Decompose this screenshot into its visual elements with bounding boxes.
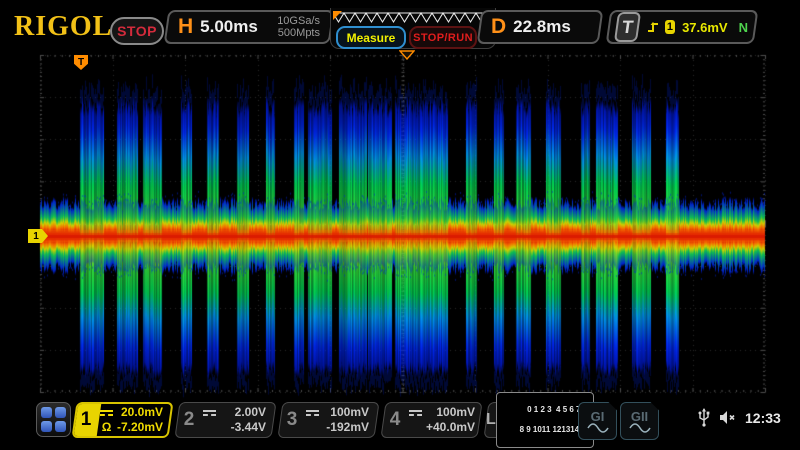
delay-block[interactable]: D 22.8ms — [479, 10, 601, 44]
channel-2-offset: -3.44V — [231, 420, 266, 435]
memory-position-strip[interactable] — [333, 11, 491, 24]
channel-2-block[interactable]: 2 2.00V -3.44V — [177, 402, 274, 438]
sine-wave-icon — [587, 423, 609, 433]
logic-bits-row1: 0 1 2 3 4 5 6 7 — [527, 405, 580, 414]
horizontal-block[interactable]: H 5.00ms 10GSa/s 500Mpts — [166, 10, 332, 44]
menu-button[interactable] — [36, 402, 71, 437]
channel-3-scale: 100mV — [330, 405, 369, 420]
clock: 12:33 — [745, 410, 781, 426]
trigger-source-badge: 1 — [665, 20, 675, 34]
rising-edge-icon — [646, 20, 658, 34]
rigol-logo: RIGOL — [14, 11, 112, 43]
oscilloscope-screen: RIGOL STOP H 5.00ms 10GSa/s 500Mpts Meas… — [0, 0, 800, 450]
waveform-display — [0, 0, 800, 450]
trigger-time-marker[interactable] — [399, 50, 415, 60]
trigger-block[interactable]: T 1 37.6mV N — [608, 10, 756, 44]
speaker-mute-icon[interactable] — [718, 409, 737, 426]
dc-coupling-icon — [409, 410, 422, 416]
sample-rate: 10GSa/s — [277, 15, 320, 27]
channel-2-scale: 2.00V — [235, 405, 266, 420]
delay-value: 22.8ms — [513, 17, 571, 37]
channel-1-offset: -7.20mV — [117, 420, 163, 435]
trigger-level-value: 37.6mV — [682, 20, 728, 35]
usb-icon — [698, 408, 710, 427]
dc-coupling-icon — [203, 410, 216, 416]
horizontal-label: H — [178, 15, 193, 39]
generator-2-label: GII — [631, 410, 648, 423]
sine-wave-icon — [629, 423, 651, 433]
trigger-sweep-mode: N — [739, 20, 748, 35]
impedance-icon: Ω — [100, 420, 113, 435]
channel-4-block[interactable]: 4 100mV +40.0mV — [383, 402, 480, 438]
channel-4-scale: 100mV — [436, 405, 475, 420]
channel-4-offset: +40.0mV — [426, 420, 475, 435]
channel-3-offset: -192mV — [326, 420, 369, 435]
channel-3-block[interactable]: 3 100mV -192mV — [280, 402, 377, 438]
stop-run-button[interactable]: STOP/RUN — [409, 26, 477, 49]
logic-channels-block[interactable]: L 0 1 2 3 4 5 6 7 8 9 1011 12131415 — [486, 402, 572, 438]
generator-2-button[interactable]: GII — [620, 402, 659, 440]
menu-icon — [41, 407, 52, 418]
channel-4-number: 4 — [383, 409, 407, 431]
channel-2-number: 2 — [177, 409, 201, 431]
timebase-value: 5.00ms — [200, 17, 258, 37]
channel-3-number: 3 — [280, 409, 304, 431]
generator-1-label: GI — [591, 410, 605, 423]
channel-1-block[interactable]: 1 20.0mV Ω -7.20mV — [74, 402, 171, 438]
acquisition-state-badge[interactable]: STOP — [110, 17, 164, 45]
generator-1-button[interactable]: GI — [578, 402, 617, 440]
channel-1-scale: 20.0mV — [121, 405, 163, 420]
logic-label: L — [486, 411, 496, 429]
memory-depth: 500Mpts — [278, 27, 320, 39]
measure-button[interactable]: Measure — [336, 26, 406, 49]
logic-bits-row2: 8 9 1011 12131415 — [520, 425, 589, 434]
delay-label: D — [491, 15, 506, 39]
dc-coupling-icon — [100, 410, 113, 416]
channel-1-number: 1 — [74, 409, 98, 431]
trigger-label: T — [614, 12, 641, 42]
dc-coupling-icon — [306, 410, 319, 416]
